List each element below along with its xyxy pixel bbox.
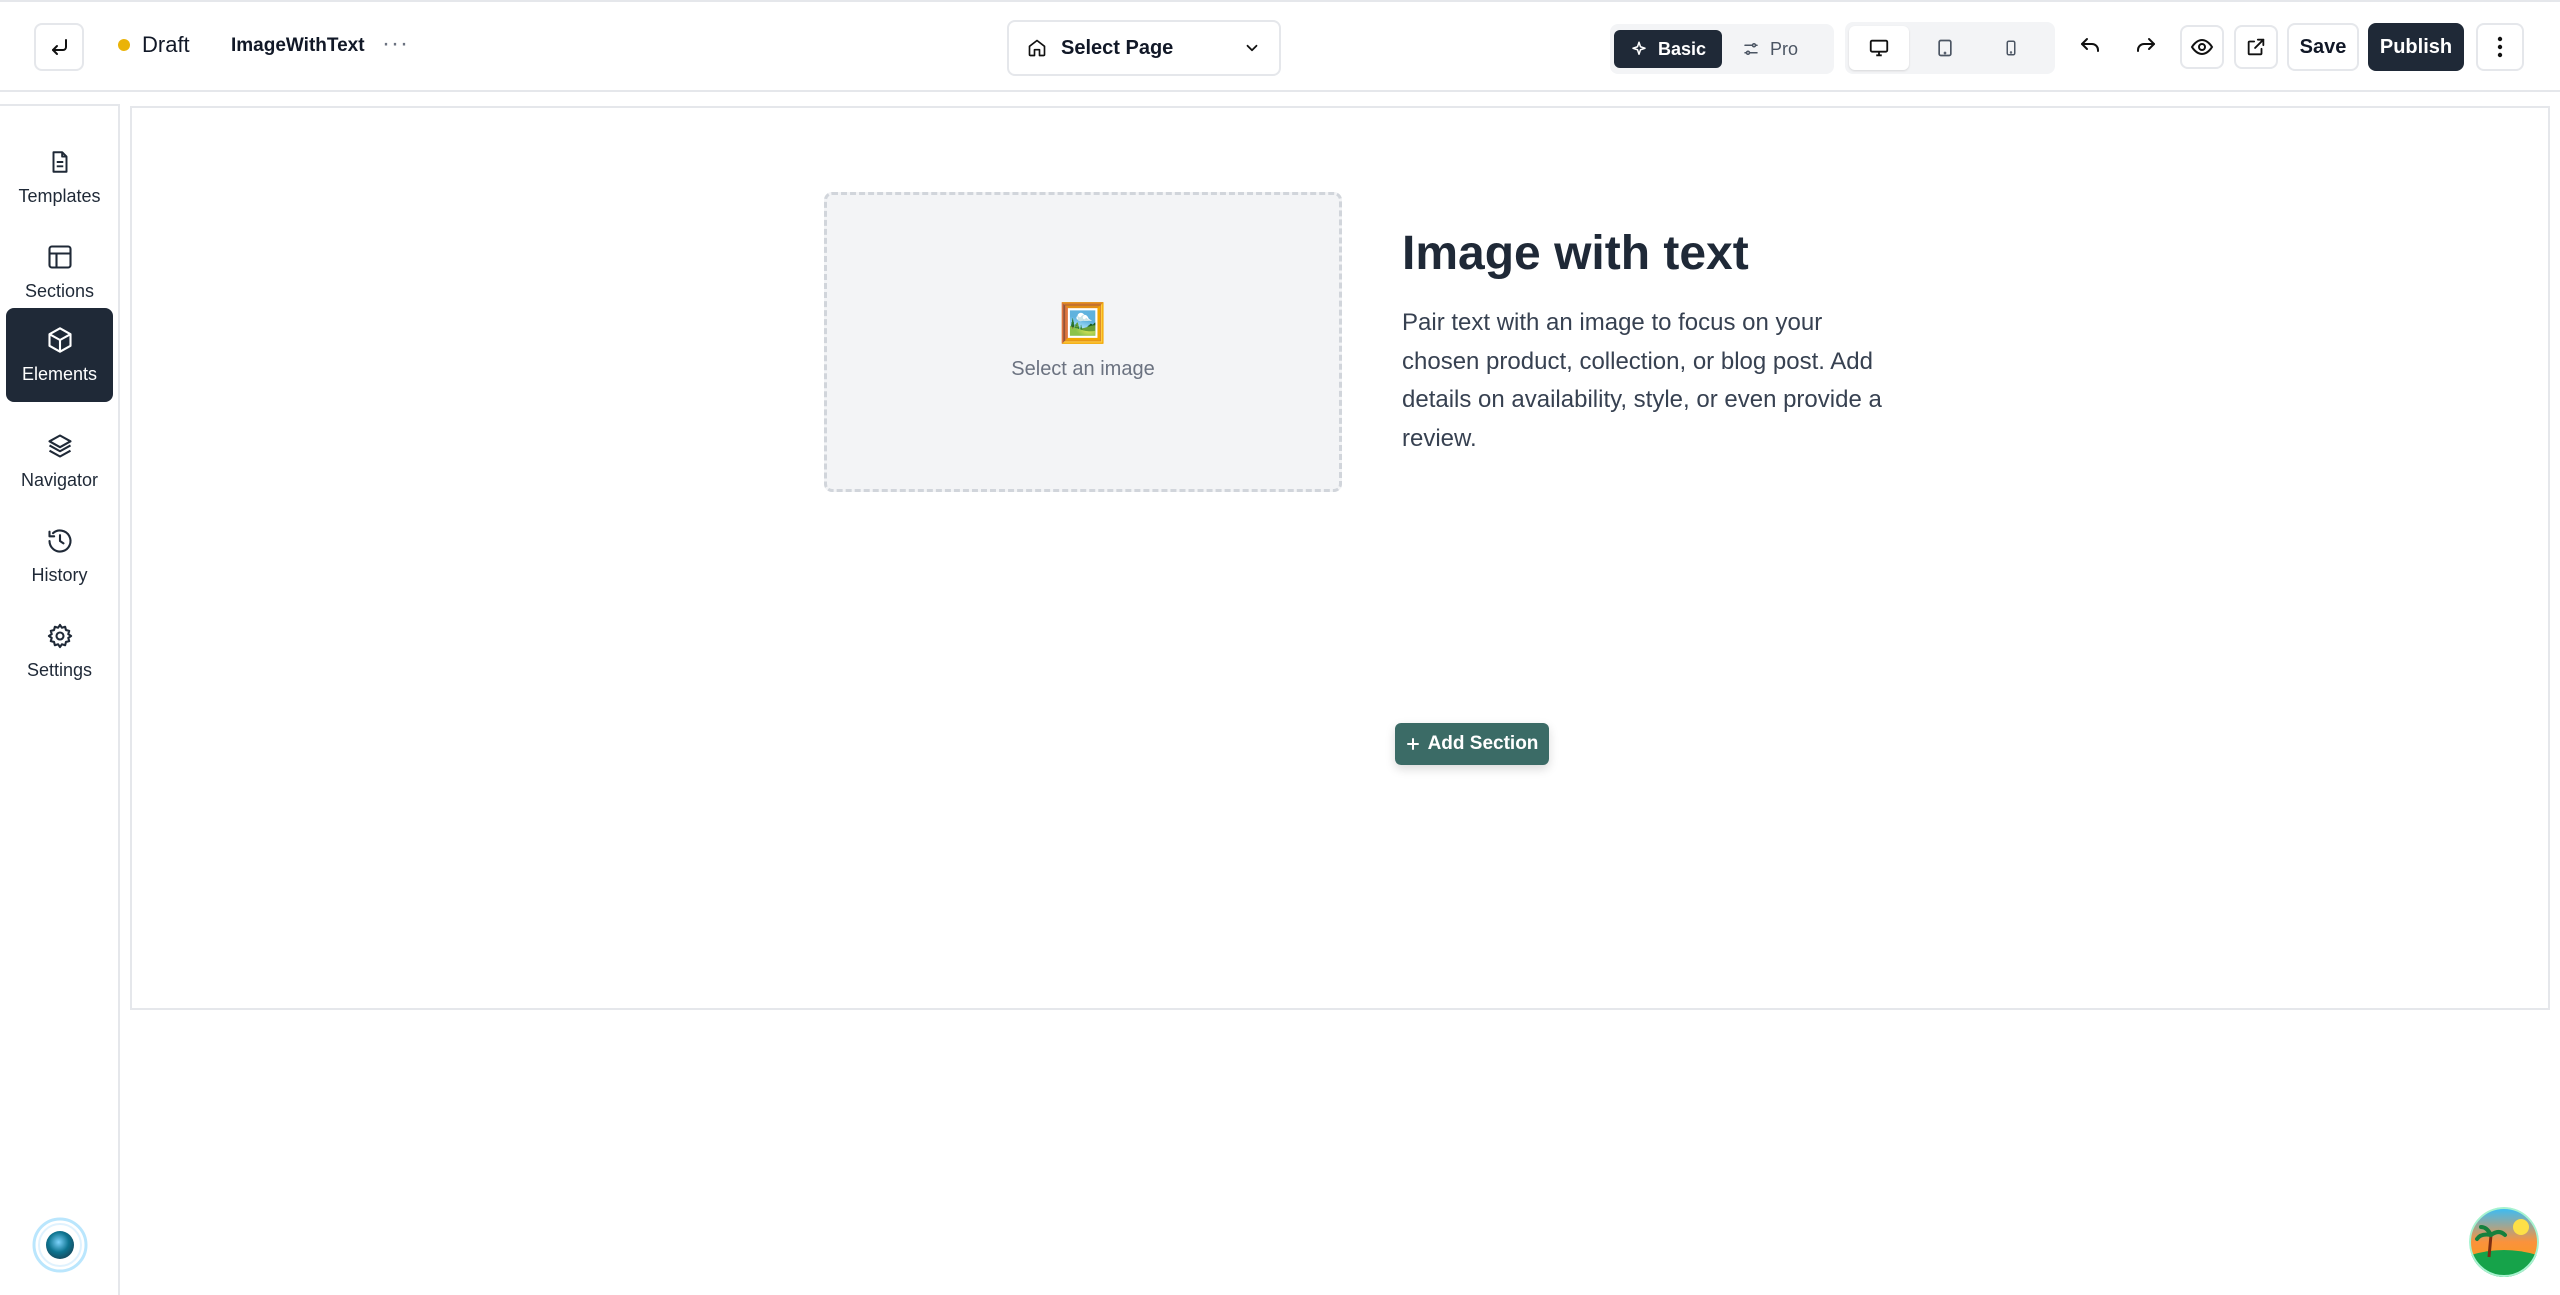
sidebar-item-templates[interactable]: Templates xyxy=(6,130,113,224)
sidebar-item-navigator[interactable]: Navigator xyxy=(6,414,113,508)
open-external-button[interactable] xyxy=(2234,25,2278,69)
image-placeholder-text: Select an image xyxy=(1011,357,1155,380)
monitor-icon xyxy=(1869,39,1889,57)
home-icon xyxy=(1028,39,1046,57)
more-menu-button[interactable] xyxy=(2476,23,2524,71)
image-frame-icon: 🖼️ xyxy=(1059,302,1107,345)
eye-icon xyxy=(2190,38,2214,56)
status-indicator: Draft xyxy=(118,32,190,58)
editor-mode-toggle: Basic Pro xyxy=(1610,24,1834,74)
vertical-dots-icon xyxy=(2497,36,2503,58)
undo-button[interactable] xyxy=(2068,25,2112,69)
page-more-options-button[interactable]: ··· xyxy=(382,32,409,56)
device-desktop-button[interactable] xyxy=(1849,26,1909,70)
assistant-avatar-icon[interactable] xyxy=(2469,1207,2539,1277)
app-logo-icon[interactable] xyxy=(30,1215,90,1275)
page-select-dropdown[interactable]: Select Page xyxy=(1007,20,1281,76)
sidebar-item-elements[interactable]: Elements xyxy=(6,308,113,402)
return-icon xyxy=(52,39,67,55)
sidebar-item-label: Sections xyxy=(24,280,95,301)
external-link-icon xyxy=(2247,38,2265,56)
add-section-button[interactable]: Add Section xyxy=(1395,723,1549,765)
sidebar-item-label: Navigator xyxy=(20,469,99,490)
chevron-down-icon xyxy=(1246,44,1258,52)
left-sidebar: Templates Sections Elements Navigator Hi… xyxy=(0,104,120,1295)
document-icon xyxy=(52,150,67,173)
image-placeholder[interactable]: 🖼️ Select an image xyxy=(824,192,1342,492)
undo-icon xyxy=(2081,38,2099,52)
phone-icon xyxy=(2006,40,2016,56)
sidebar-item-sections[interactable]: Sections xyxy=(6,225,113,319)
mode-pro-button[interactable]: Pro xyxy=(1726,30,1814,68)
redo-icon xyxy=(2137,38,2155,52)
device-preview-group xyxy=(1845,22,2055,74)
sidebar-item-label: Templates xyxy=(18,185,101,206)
editor-canvas: 🖼️ Select an image Image with text Pair … xyxy=(130,106,2550,1010)
sliders-icon xyxy=(1744,43,1758,55)
status-dot xyxy=(118,39,130,51)
tablet-icon xyxy=(1938,39,1952,57)
add-section-label: Add Section xyxy=(1427,733,1539,754)
layout-icon xyxy=(47,244,72,269)
redo-button[interactable] xyxy=(2124,25,2168,69)
mode-pro-label: Pro xyxy=(1770,38,1799,59)
sidebar-item-history[interactable]: History xyxy=(6,509,113,603)
preview-button[interactable] xyxy=(2180,25,2224,69)
section-body-text[interactable]: Pair text with an image to focus on your… xyxy=(1402,304,1882,458)
page-select-label: Select Page xyxy=(1061,36,1174,59)
top-toolbar: Draft ImageWithText ··· Select Page Basi… xyxy=(0,0,2560,92)
history-icon xyxy=(47,528,72,553)
gear-icon xyxy=(47,623,72,648)
sparkle-icon xyxy=(1632,41,1646,55)
status-text: Draft xyxy=(142,32,190,57)
mode-basic-button[interactable]: Basic xyxy=(1614,30,1723,68)
sidebar-item-label: Settings xyxy=(26,659,93,680)
publish-button[interactable]: Publish xyxy=(2368,23,2464,71)
cube-icon xyxy=(47,326,72,353)
plus-icon xyxy=(1406,738,1419,750)
mode-basic-label: Basic xyxy=(1658,38,1707,59)
device-mobile-button[interactable] xyxy=(1981,26,2041,70)
exit-button[interactable] xyxy=(34,23,84,71)
page-name: ImageWithText xyxy=(231,35,365,56)
section-heading[interactable]: Image with text xyxy=(1402,226,1749,281)
sidebar-item-label: Elements xyxy=(21,363,98,384)
sidebar-item-label: History xyxy=(31,564,88,585)
device-tablet-button[interactable] xyxy=(1915,26,1975,70)
save-button[interactable]: Save xyxy=(2287,23,2359,71)
sidebar-item-settings[interactable]: Settings xyxy=(6,604,113,698)
layers-icon xyxy=(47,433,72,458)
